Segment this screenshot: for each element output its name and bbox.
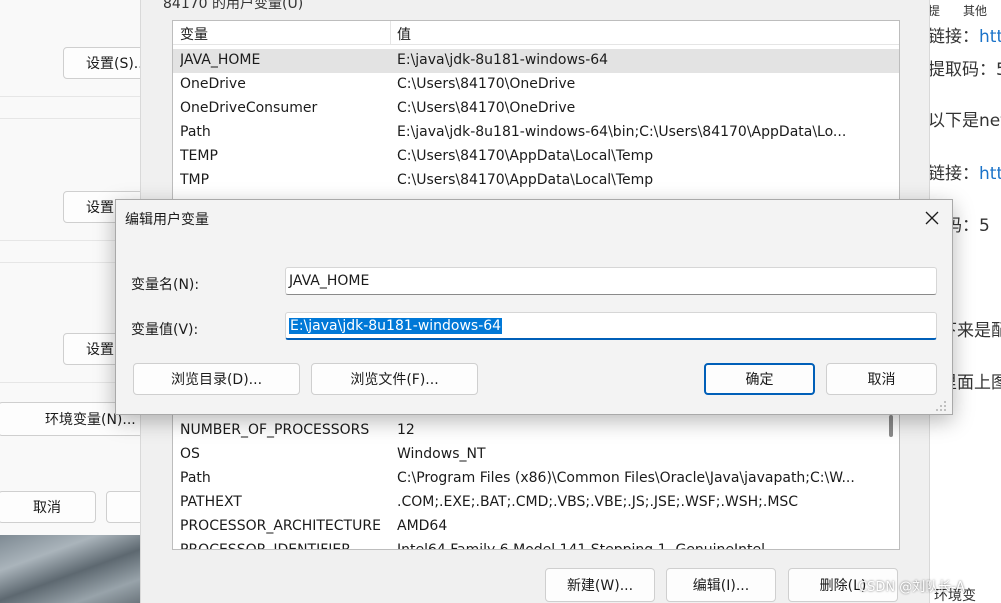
close-icon <box>925 211 939 225</box>
dialog-title: 编辑用户变量 <box>125 212 209 228</box>
article-line: 链接：http <box>928 159 1001 184</box>
browse-file-button[interactable]: 浏览文件(F)... <box>311 363 478 395</box>
table-row[interactable]: TMP C:\Users\84170\AppData\Local\Temp <box>173 169 899 193</box>
variable-value-selected-text: E:\java\jdk-8u181-windows-64 <box>289 318 503 334</box>
close-button[interactable] <box>916 204 948 232</box>
variable-name-cell: Path <box>180 470 211 486</box>
system-variables-list[interactable]: NUMBER_OF_PROCESSORS 12 OS Windows_NT Pa… <box>172 400 900 550</box>
article-line: 链接：http <box>928 22 1001 47</box>
table-row[interactable]: PROCESSOR_ARCHITECTURE AMD64 <box>173 515 899 539</box>
column-header-variable[interactable]: 变量 <box>180 24 208 44</box>
article-link[interactable]: http <box>979 27 1001 47</box>
table-row[interactable]: Path C:\Program Files (x86)\Common Files… <box>173 467 899 491</box>
variable-name-cell: TEMP <box>180 148 218 164</box>
article-text: 链接： <box>928 164 979 184</box>
variable-name-cell: PROCESSOR_IDENTIFIER <box>180 542 351 550</box>
table-row[interactable]: JAVA_HOME E:\java\jdk-8u181-windows-64 <box>173 49 899 73</box>
variable-name-value: JAVA_HOME <box>289 273 370 289</box>
separator <box>0 118 142 119</box>
ok-button[interactable]: 确定 <box>704 363 815 395</box>
column-divider[interactable] <box>390 21 391 45</box>
vertical-scrollbar[interactable] <box>889 415 893 437</box>
variable-name-cell: PATHEXT <box>180 494 242 510</box>
system-cancel-button[interactable]: 取消 <box>0 491 96 523</box>
table-row[interactable]: NUMBER_OF_PROCESSORS 12 <box>173 419 899 443</box>
article-line: 以下是net <box>928 111 1001 131</box>
variable-value-cell: Intel64 Family 6 Model 141 Stepping 1, G… <box>397 542 766 550</box>
new-variable-button[interactable]: 新建(W)... <box>545 568 655 602</box>
variable-name-cell: Path <box>180 124 211 140</box>
table-row[interactable]: OneDrive C:\Users\84170\OneDrive <box>173 73 899 97</box>
variable-value-cell: 12 <box>397 422 415 438</box>
desktop-wallpaper <box>0 535 140 603</box>
variable-name-cell: TMP <box>180 172 210 188</box>
variable-value-input[interactable]: E:\java\jdk-8u181-windows-64 <box>285 312 937 340</box>
variable-value-cell: AMD64 <box>397 518 448 534</box>
variable-name-cell: JAVA_HOME <box>180 52 261 68</box>
variable-name-label: 变量名(N): <box>131 277 200 293</box>
variable-value-cell: C:\Users\84170\AppData\Local\Temp <box>397 172 654 188</box>
table-row[interactable]: OneDriveConsumer C:\Users\84170\OneDrive <box>173 97 899 121</box>
browse-directory-button[interactable]: 浏览目录(D)... <box>133 363 300 395</box>
variable-value-cell: Windows_NT <box>397 446 486 462</box>
article-link[interactable]: http <box>979 164 1001 184</box>
variable-name-cell: PROCESSOR_ARCHITECTURE <box>180 518 381 534</box>
variable-name-cell: OneDriveConsumer <box>180 100 318 116</box>
watermark-text: CSDN @刘队长-A <box>858 580 965 595</box>
variable-name-cell: OS <box>180 446 200 462</box>
variable-value-label: 变量值(V): <box>131 322 199 338</box>
variable-value-cell: E:\java\jdk-8u181-windows-64\bin;C:\User… <box>397 124 847 140</box>
cancel-button[interactable]: 取消 <box>826 363 937 395</box>
article-line: 提取码：5 <box>928 60 1001 80</box>
table-row[interactable]: TEMP C:\Users\84170\AppData\Local\Temp <box>173 145 899 169</box>
table-row[interactable]: PATHEXT .COM;.EXE;.BAT;.CMD;.VBS;.VBE;.J… <box>173 491 899 515</box>
article-nav-other[interactable]: 其他 <box>963 2 987 19</box>
variable-value-cell: E:\java\jdk-8u181-windows-64 <box>397 52 609 68</box>
user-variables-group-label: 84170 的用户变量(U) <box>163 0 304 12</box>
user-variables-list[interactable]: 变量 值 JAVA_HOME E:\java\jdk-8u181-windows… <box>172 20 900 200</box>
resize-grip-icon[interactable] <box>934 400 948 412</box>
table-row[interactable]: PROCESSOR_IDENTIFIER Intel64 Family 6 Mo… <box>173 539 899 550</box>
variable-value-cell: C:\Program Files (x86)\Common Files\Orac… <box>397 470 855 486</box>
variable-value-cell: .COM;.EXE;.BAT;.CMD;.VBS;.VBE;.JS;.JSE;.… <box>397 494 799 510</box>
separator <box>0 96 142 97</box>
variable-name-cell: OneDrive <box>180 76 246 92</box>
article-text: 链接： <box>928 27 979 47</box>
variable-value-cell: C:\Users\84170\OneDrive <box>397 100 576 116</box>
variable-name-cell: NUMBER_OF_PROCESSORS <box>180 422 370 438</box>
table-row[interactable]: Path E:\java\jdk-8u181-windows-64\bin;C:… <box>173 121 899 145</box>
variable-value-cell: C:\Users\84170\AppData\Local\Temp <box>397 148 654 164</box>
column-header-value[interactable]: 值 <box>397 24 411 44</box>
edit-user-variable-dialog: 编辑用户变量 变量名(N): JAVA_HOME 变量值(V): E:\java… <box>115 199 953 415</box>
table-row[interactable]: OS Windows_NT <box>173 443 899 467</box>
list-header: 变量 值 <box>173 21 899 45</box>
variable-value-cell: C:\Users\84170\OneDrive <box>397 76 576 92</box>
edit-variable-button[interactable]: 编辑(I)... <box>666 568 776 602</box>
variable-name-input[interactable]: JAVA_HOME <box>285 267 937 295</box>
